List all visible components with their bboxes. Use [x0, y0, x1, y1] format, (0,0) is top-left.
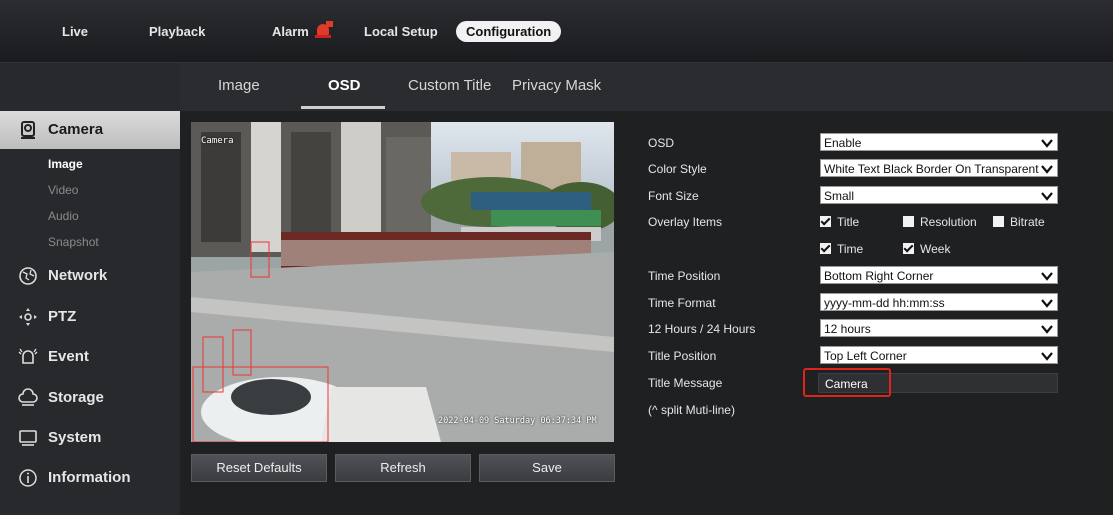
overlay-bitrate-checkbox[interactable] — [993, 216, 1004, 227]
overlay-week-checkbox[interactable] — [903, 243, 914, 254]
sidebar-item-information[interactable]: Information — [0, 459, 180, 497]
color-style-select[interactable]: White Text Black Border On Transparent — [820, 159, 1058, 177]
font-size-select[interactable]: Small — [820, 186, 1058, 204]
config-tab-bar: Image OSD Custom Title Privacy Mask — [0, 63, 1113, 111]
osd-label: OSD — [648, 136, 675, 150]
nav-local-setup[interactable]: Local Setup — [364, 24, 438, 39]
overlay-resolution-option[interactable]: Resolution — [903, 215, 977, 229]
sidebar-sub-audio[interactable]: Audio — [48, 209, 79, 223]
top-navigation-bar: Live Playback Alarm Local Setup Configur… — [0, 0, 1113, 63]
sidebar-item-information-label: Information — [48, 469, 131, 486]
information-icon — [19, 469, 37, 487]
sidebar-item-network-label: Network — [48, 267, 108, 284]
chevron-down-icon — [1040, 295, 1054, 310]
sidebar-sub-snapshot[interactable]: Snapshot — [48, 235, 99, 249]
title-position-select[interactable]: Top Left Corner — [820, 346, 1058, 364]
sidebar-item-event[interactable]: Event — [0, 338, 180, 376]
hours-format-select[interactable]: 12 hours — [820, 319, 1058, 337]
osd-time-overlay: 2022-04-09 Saturday 06:37:34 PM — [438, 416, 597, 426]
overlay-week-label: Week — [920, 242, 951, 256]
overlay-resolution-checkbox[interactable] — [903, 216, 914, 227]
sidebar-item-system-label: System — [48, 429, 102, 446]
font-size-select-value: Small — [824, 189, 855, 203]
sidebar-item-event-label: Event — [48, 348, 89, 365]
time-position-select-value: Bottom Right Corner — [824, 269, 934, 283]
tab-image[interactable]: Image — [218, 77, 260, 94]
overlay-bitrate-label: Bitrate — [1010, 215, 1045, 229]
system-monitor-icon — [19, 430, 37, 446]
reset-defaults-button[interactable]: Reset Defaults — [191, 454, 327, 482]
hours-format-label: 12 Hours / 24 Hours — [648, 322, 756, 336]
time-format-label: Time Format — [648, 296, 716, 310]
chevron-down-icon — [1040, 348, 1054, 363]
sidebar-sub-image[interactable]: Image — [48, 157, 83, 171]
hours-format-select-value: 12 hours — [824, 322, 871, 336]
overlay-items-label: Overlay Items — [648, 215, 723, 229]
camera-preview-image — [191, 122, 614, 442]
font-size-label: Font Size — [648, 189, 699, 203]
nav-configuration[interactable]: Configuration — [456, 21, 562, 42]
title-position-label: Title Position — [648, 349, 717, 363]
sidebar-item-camera-label: Camera — [48, 121, 104, 138]
title-message-highlight — [803, 368, 891, 397]
sidebar-item-ptz-label: PTZ — [48, 308, 77, 325]
save-button[interactable]: Save — [479, 454, 615, 482]
sidebar: Camera Image Video Audio Snapshot Networ… — [0, 111, 192, 515]
osd-select-value: Enable — [824, 136, 862, 150]
sidebar-item-storage-label: Storage — [48, 389, 104, 406]
time-format-select[interactable]: yyyy-mm-dd hh:mm:ss — [820, 293, 1058, 311]
nav-alarm-label: Alarm — [272, 24, 309, 39]
storage-cloud-icon — [18, 388, 38, 406]
active-tab-indicator — [301, 106, 385, 109]
nav-alarm[interactable]: Alarm — [272, 21, 333, 39]
tab-privacy-mask[interactable]: Privacy Mask — [512, 77, 601, 94]
title-message-label: Title Message — [648, 376, 723, 390]
sidebar-item-network[interactable]: Network — [0, 257, 180, 295]
overlay-title-option[interactable]: Title — [820, 215, 859, 229]
overlay-resolution-label: Resolution — [920, 215, 977, 229]
event-alarm-icon — [18, 348, 38, 364]
tab-custom-title[interactable]: Custom Title — [408, 77, 491, 94]
chevron-down-icon — [1040, 161, 1054, 176]
nav-live[interactable]: Live — [62, 24, 88, 39]
title-position-select-value: Top Left Corner — [824, 349, 907, 363]
time-position-select[interactable]: Bottom Right Corner — [820, 266, 1058, 284]
sidebar-sub-video[interactable]: Video — [48, 183, 78, 197]
color-style-select-value: White Text Black Border On Transparent — [824, 162, 1039, 176]
sidebar-item-camera[interactable]: Camera — [0, 111, 192, 149]
sidebar-item-ptz[interactable]: PTZ — [0, 298, 180, 336]
camera-preview: Camera 2022-04-09 Saturday 06:37:34 PM — [191, 122, 614, 442]
time-position-label: Time Position — [648, 269, 721, 283]
split-hint-text: (^ split Muti-line) — [648, 403, 735, 417]
nav-playback[interactable]: Playback — [149, 24, 205, 39]
refresh-button[interactable]: Refresh — [335, 454, 471, 482]
sidebar-item-storage[interactable]: Storage — [0, 379, 180, 417]
osd-title-overlay: Camera — [201, 136, 234, 146]
overlay-title-checkbox[interactable] — [820, 216, 831, 227]
chevron-down-icon — [1040, 321, 1054, 336]
network-globe-icon — [19, 267, 37, 285]
time-format-select-value: yyyy-mm-dd hh:mm:ss — [824, 296, 945, 310]
color-style-label: Color Style — [648, 162, 707, 176]
chevron-down-icon — [1040, 188, 1054, 203]
tab-osd[interactable]: OSD — [328, 77, 361, 94]
sidebar-item-system[interactable]: System — [0, 419, 180, 457]
overlay-title-label: Title — [837, 215, 860, 229]
camera-icon — [21, 121, 35, 139]
alarm-bell-icon — [314, 21, 333, 38]
overlay-bitrate-option[interactable]: Bitrate — [993, 215, 1045, 229]
overlay-time-checkbox[interactable] — [820, 243, 831, 254]
overlay-time-label: Time — [837, 242, 864, 256]
ptz-direction-icon — [19, 308, 37, 326]
chevron-down-icon — [1040, 268, 1054, 283]
chevron-down-icon — [1040, 135, 1054, 150]
overlay-week-option[interactable]: Week — [903, 242, 950, 256]
osd-select[interactable]: Enable — [820, 133, 1058, 151]
overlay-time-option[interactable]: Time — [820, 242, 863, 256]
